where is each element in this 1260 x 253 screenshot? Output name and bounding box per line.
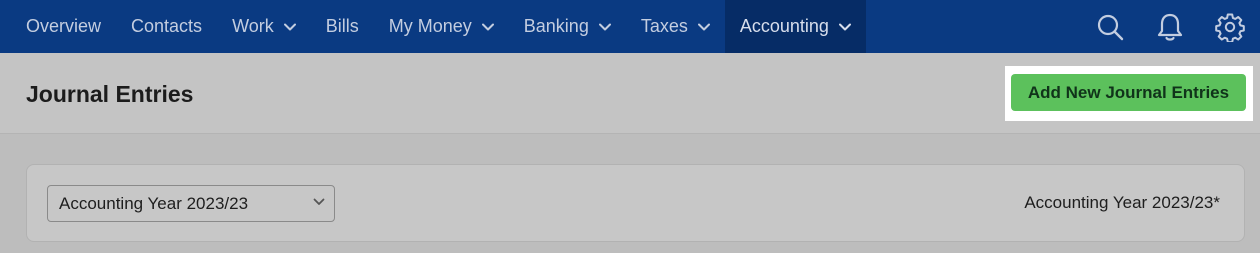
chevron-down-icon [598, 23, 611, 31]
chevron-down-icon [697, 23, 710, 31]
gear-icon[interactable] [1200, 0, 1260, 53]
nav-item-label: Work [232, 16, 274, 36]
nav-item-my-money[interactable]: My Money [374, 0, 509, 53]
nav-item-banking[interactable]: Banking [509, 0, 626, 53]
nav-icon-group [1080, 0, 1260, 53]
nav-item-work[interactable]: Work [217, 0, 311, 53]
top-navigation: Overview Contacts Work Bills My Money Ba… [0, 0, 1260, 53]
nav-item-bills[interactable]: Bills [311, 0, 374, 53]
nav-item-label: My Money [388, 16, 472, 36]
page-title: Journal Entries [26, 81, 194, 107]
select-value: Accounting Year 2023/23 [59, 193, 249, 213]
accounting-year-label: Accounting Year 2023/23* [1024, 193, 1220, 212]
nav-item-label: Banking [523, 16, 589, 36]
chevron-down-icon [283, 23, 296, 31]
chevron-down-icon [481, 23, 494, 31]
nav-item-label: Contacts [131, 16, 203, 36]
chevron-down-icon [838, 23, 851, 31]
nav-item-label: Accounting [739, 16, 829, 36]
nav-item-label: Overview [26, 16, 102, 36]
nav-item-label: Bills [325, 16, 359, 36]
add-journal-entries-button[interactable]: Add New Journal Entries [1011, 74, 1246, 111]
nav-item-accounting[interactable]: Accounting [724, 0, 866, 53]
nav-item-overview[interactable]: Overview [0, 0, 116, 53]
bell-icon[interactable] [1140, 0, 1200, 53]
accounting-year-select[interactable]: Accounting Year 2023/23 [47, 185, 335, 222]
search-icon[interactable] [1080, 0, 1140, 53]
chevron-down-icon [313, 198, 325, 206]
nav-item-contacts[interactable]: Contacts [116, 0, 217, 53]
nav-item-label: Taxes [640, 16, 688, 36]
nav-item-taxes[interactable]: Taxes [626, 0, 725, 53]
